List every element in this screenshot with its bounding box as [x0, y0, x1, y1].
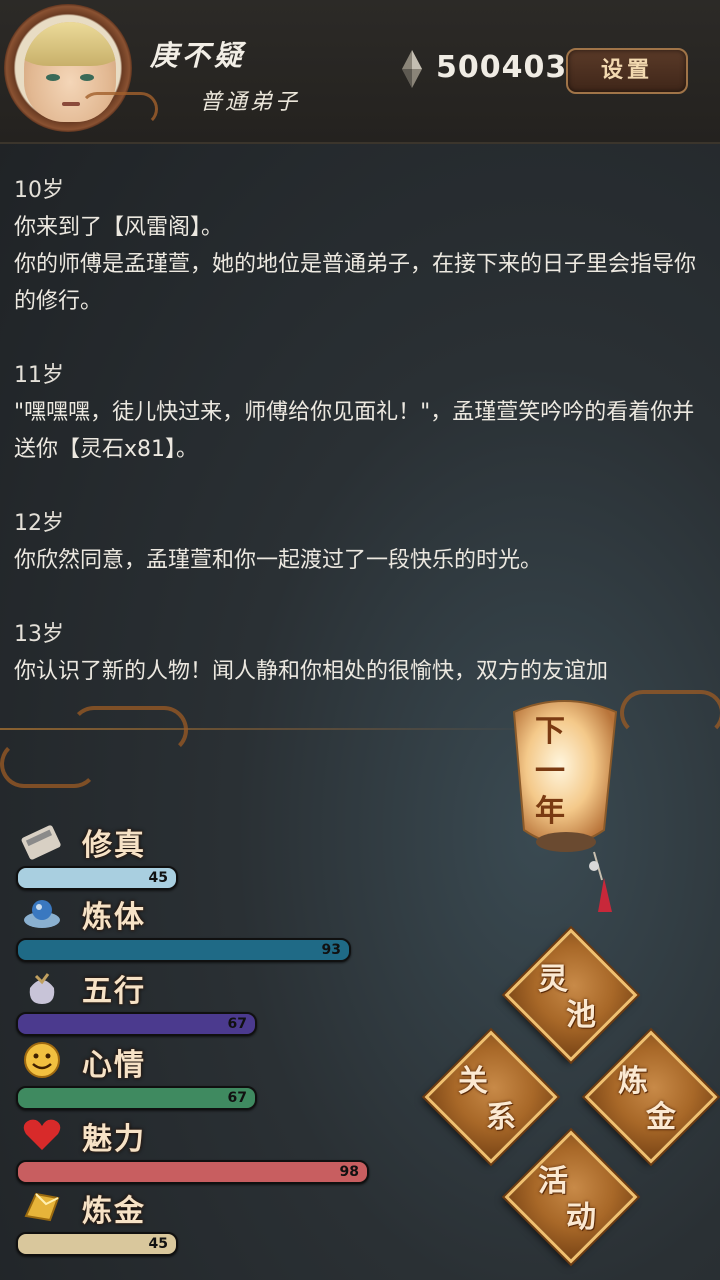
- next-year-lantern[interactable]: 下一年: [494, 690, 634, 920]
- stat-label: 五行: [82, 974, 146, 1009]
- stat-bar: 67: [16, 1012, 257, 1036]
- log-age: 10岁: [14, 178, 64, 203]
- stat-cultivation: 修真 45: [16, 820, 416, 890]
- stat-value: 93: [321, 942, 341, 958]
- log-line: 你认识了新的人物！闻人静和你相处的很愉快，双方的友谊加: [14, 659, 609, 684]
- stat-mood: 心情 67: [16, 1040, 416, 1110]
- top-bar: 庚不疑 普通弟子 500403 设置: [0, 0, 720, 144]
- log-age: 12岁: [14, 511, 64, 536]
- stat-bar: 45: [16, 866, 178, 890]
- pouch-icon: [20, 966, 64, 1006]
- player-rank: 普通弟子: [200, 90, 301, 115]
- stat-elements: 五行 67: [16, 966, 416, 1036]
- stat-label: 炼金: [82, 1194, 146, 1229]
- stat-value: 67: [227, 1090, 247, 1106]
- spirit-stone-count: 500403: [436, 50, 568, 85]
- log-line: "嘿嘿嘿，徒儿快过来，师傅给你见面礼！"，孟瑾萱笑吟吟的看着你并送你【灵石x81…: [14, 400, 695, 462]
- cloud-orb-icon: [20, 892, 64, 932]
- stat-value: 45: [148, 1236, 168, 1252]
- stat-value: 45: [148, 870, 168, 886]
- log-line: 你的师傅是孟瑾萱，她的地位是普通弟子，在接下来的日子里会指导你的修行。: [14, 252, 697, 314]
- stat-bar: 98: [16, 1160, 369, 1184]
- stat-label: 魅力: [82, 1122, 146, 1157]
- log-entry: 11岁 "嘿嘿嘿，徒儿快过来，师傅给你见面礼！"，孟瑾萱笑吟吟的看着你并送你【灵…: [14, 357, 704, 468]
- player-name: 庚不疑: [150, 39, 247, 72]
- stat-label: 心情: [82, 1048, 146, 1083]
- stat-charm: 魅力 98: [16, 1114, 416, 1184]
- spirit-stone-icon: [402, 50, 422, 88]
- stat-value: 67: [227, 1016, 247, 1032]
- stat-body: 炼体 93: [16, 892, 416, 962]
- stat-bar: 45: [16, 1232, 178, 1256]
- lantern-label: 下一年: [535, 714, 565, 829]
- heart-icon: [20, 1114, 64, 1154]
- book-icon: [20, 820, 64, 860]
- stat-bar: 93: [16, 938, 351, 962]
- stat-bar: 67: [16, 1086, 257, 1110]
- events-button[interactable]: 活 动: [504, 1130, 638, 1264]
- log-age: 13岁: [14, 622, 64, 647]
- stat-value: 98: [339, 1164, 359, 1180]
- log-entry: 10岁 你来到了【风雷阁】。 你的师傅是孟瑾萱，她的地位是普通弟子，在接下来的日…: [14, 172, 704, 320]
- gold-ingot-icon: [20, 1186, 64, 1226]
- log-line: 你欣然同意，孟瑾萱和你一起渡过了一段快乐的时光。: [14, 548, 543, 573]
- event-log[interactable]: 10岁 你来到了【风雷阁】。 你的师傅是孟瑾萱，她的地位是普通弟子，在接下来的日…: [14, 172, 704, 692]
- cloud-decoration: [620, 690, 720, 736]
- stat-label: 修真: [82, 828, 146, 863]
- smiley-icon: [20, 1040, 64, 1080]
- log-entry: 13岁 你认识了新的人物！闻人静和你相处的很愉快，双方的友谊加: [14, 616, 704, 690]
- log-age: 11岁: [14, 363, 64, 388]
- cloud-decoration: [0, 740, 98, 788]
- cloud-decoration: [80, 92, 158, 126]
- stat-label: 炼体: [82, 900, 146, 935]
- settings-button[interactable]: 设置: [566, 48, 688, 94]
- stat-alchemy: 炼金 45: [16, 1186, 416, 1256]
- log-line: 你来到了【风雷阁】。: [14, 215, 224, 240]
- log-entry: 12岁 你欣然同意，孟瑾萱和你一起渡过了一段快乐的时光。: [14, 505, 704, 579]
